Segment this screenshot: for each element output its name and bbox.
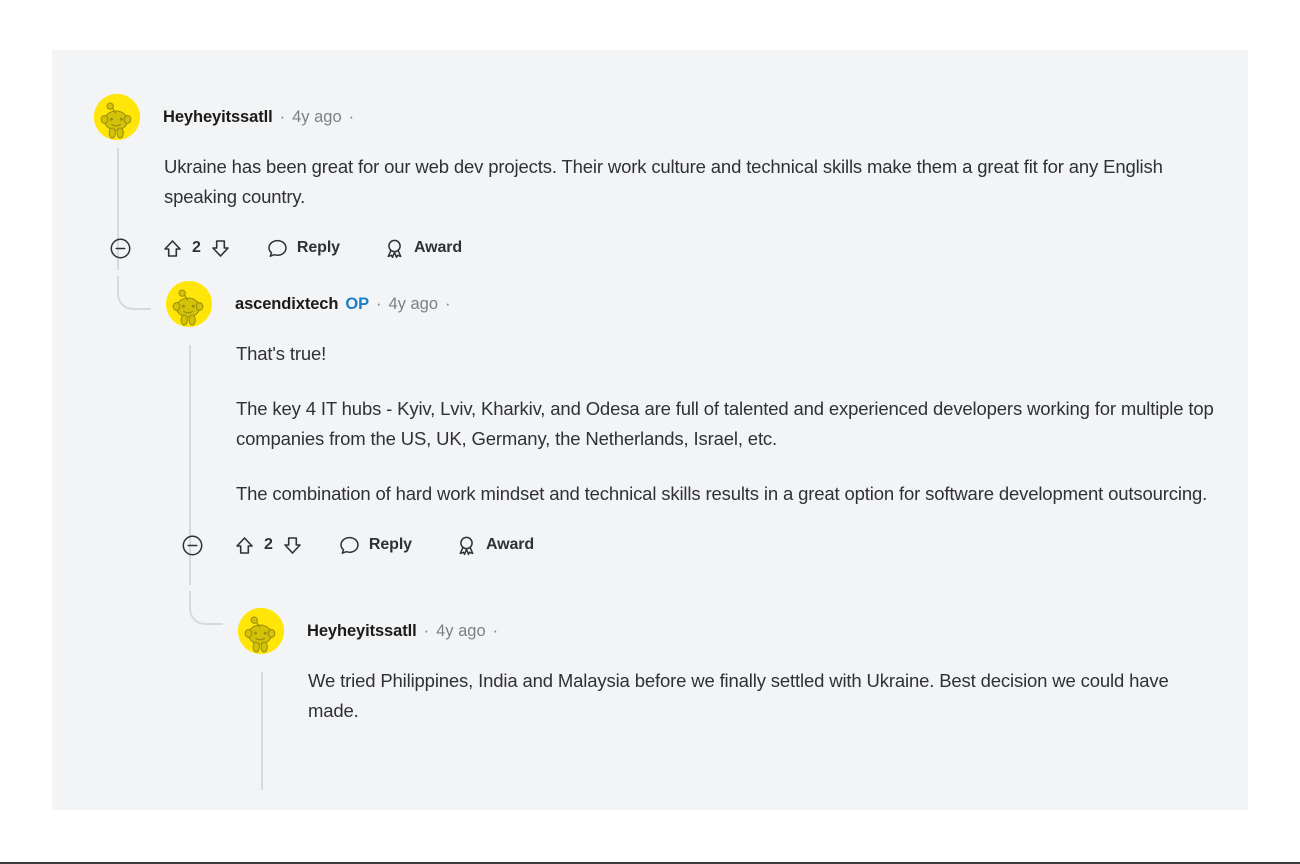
award-button[interactable]: Award <box>384 238 462 259</box>
award-label: Award <box>485 536 535 553</box>
byline-separator: · <box>279 107 286 126</box>
comment-bubble-icon <box>267 238 288 259</box>
reddit-snoo-avatar[interactable] <box>166 281 212 327</box>
page-root: Heyheyitssatll · 4y ago · Ukraine has be… <box>0 0 1300 864</box>
comment-paragraph: That's true! <box>236 343 327 364</box>
comment-level-2: ascendixtech OP · 4y ago · That's true! … <box>166 281 1216 561</box>
comment-author[interactable]: Heyheyitssatll <box>163 108 273 127</box>
comment-timestamp: 4y ago <box>388 294 439 313</box>
reply-label: Reply <box>368 536 412 553</box>
comment-paragraph: Ukraine has been great for our web dev p… <box>164 156 1163 207</box>
reddit-snoo-avatar[interactable] <box>94 94 140 140</box>
comment-bubble-icon <box>339 535 360 556</box>
award-label: Award <box>413 239 463 256</box>
upvote-arrow-icon[interactable] <box>162 238 183 259</box>
thread-elbow-level-1 <box>117 276 151 310</box>
award-medal-icon <box>384 238 405 259</box>
vote-count: 2 <box>192 239 201 256</box>
downvote-arrow-icon[interactable] <box>210 238 231 259</box>
byline-trailing-separator: · <box>348 107 355 126</box>
comment-action-bar: 2 Reply Award <box>110 232 1214 264</box>
thread-elbow-level-2 <box>189 591 223 625</box>
vote-count: 2 <box>264 536 273 553</box>
comment-paragraph: The key 4 IT hubs - Kyiv, Lviv, Kharkiv,… <box>236 398 1214 449</box>
comment-timestamp: 4y ago <box>292 107 342 126</box>
comment-body: Ukraine has been great for our web dev p… <box>164 152 1214 212</box>
comment-paragraph: We tried Philippines, India and Malaysia… <box>308 670 1169 721</box>
byline: ascendixtech OP · 4y ago · <box>235 295 451 314</box>
reply-button[interactable]: Reply <box>339 535 412 556</box>
comment-body: We tried Philippines, India and Malaysia… <box>308 666 1218 726</box>
byline-separator: · <box>423 621 430 640</box>
reply-button[interactable]: Reply <box>267 238 340 259</box>
comment-author[interactable]: ascendixtech <box>235 295 338 314</box>
upvote-arrow-icon[interactable] <box>234 535 255 556</box>
byline-trailing-separator: · <box>492 621 499 640</box>
collapse-minus-circle-icon[interactable] <box>182 535 203 556</box>
comment-body: That's true! The key 4 IT hubs - Kyiv, L… <box>236 339 1216 509</box>
collapse-minus-circle-icon[interactable] <box>110 238 131 259</box>
reddit-snoo-avatar[interactable] <box>238 608 284 654</box>
op-badge: OP <box>345 294 369 313</box>
comment-header: ascendixtech OP · 4y ago · <box>166 281 1216 327</box>
comment-level-1: Heyheyitssatll · 4y ago · Ukraine has be… <box>94 94 1214 264</box>
comment-header: Heyheyitssatll · 4y ago · <box>94 94 1214 140</box>
vote-group: 2 <box>162 238 231 259</box>
reply-label: Reply <box>296 239 340 256</box>
comment-header: Heyheyitssatll · 4y ago · <box>238 608 1218 654</box>
byline: Heyheyitssatll · 4y ago · <box>163 108 354 127</box>
comment-level-3: Heyheyitssatll · 4y ago · We tried Phili… <box>238 608 1218 726</box>
award-button[interactable]: Award <box>456 535 534 556</box>
byline-trailing-separator: · <box>445 294 451 313</box>
comment-thread-panel: Heyheyitssatll · 4y ago · Ukraine has be… <box>52 50 1248 810</box>
byline: Heyheyitssatll · 4y ago · <box>307 622 498 641</box>
comment-author[interactable]: Heyheyitssatll <box>307 622 417 641</box>
comment-paragraph: The combination of hard work mindset and… <box>236 483 1208 504</box>
award-medal-icon <box>456 535 477 556</box>
byline-separator: · <box>376 294 382 313</box>
downvote-arrow-icon[interactable] <box>282 535 303 556</box>
comment-action-bar: 2 Reply Award <box>182 529 1216 561</box>
vote-group: 2 <box>234 535 303 556</box>
comment-timestamp: 4y ago <box>436 621 486 640</box>
